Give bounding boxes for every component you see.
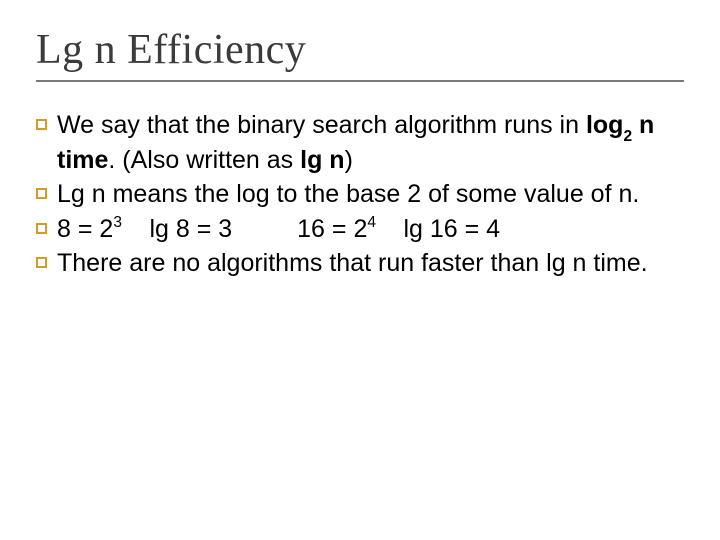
bullet-text-1: We say that the binary search algorithm … [57,110,684,175]
superscript: 4 [367,214,376,231]
bullet-text-2: Lg n means the log to the base 2 of some… [57,179,684,210]
superscript: 3 [113,214,122,231]
list-item: 8 = 23 lg 8 = 3 16 = 24 lg 16 = 4 [36,214,684,245]
text-fragment: We say that the binary search algorithm … [57,111,586,139]
list-item: There are no algorithms that run faster … [36,248,684,279]
text-fragment: 16 = 2 [297,215,367,243]
bullet-text-3: 8 = 23 lg 8 = 3 16 = 24 lg 16 = 4 [57,214,684,245]
text-fragment: . (Also written as [108,146,300,174]
bullet-icon [36,188,47,199]
slide-body: We say that the binary search algorithm … [36,110,684,279]
text-fragment: log [586,111,624,139]
text-fragment: 8 = 2 [57,215,113,243]
bullet-text-4: There are no algorithms that run faster … [57,248,684,279]
subscript: 2 [623,128,632,145]
bullet-icon [36,119,47,130]
slide: Lg n Efficiency We say that the binary s… [0,0,720,540]
list-item: We say that the binary search algorithm … [36,110,684,175]
bullet-icon [36,223,47,234]
text-fragment: ) [345,146,353,174]
slide-title: Lg n Efficiency [36,26,684,74]
text-fragment: lg 8 = 3 [149,215,232,243]
bold-fragment: lg n [300,146,344,174]
text-fragment: lg 16 = 4 [403,215,500,243]
title-underline: Lg n Efficiency [36,26,684,82]
list-item: Lg n means the log to the base 2 of some… [36,179,684,210]
bullet-icon [36,257,47,268]
